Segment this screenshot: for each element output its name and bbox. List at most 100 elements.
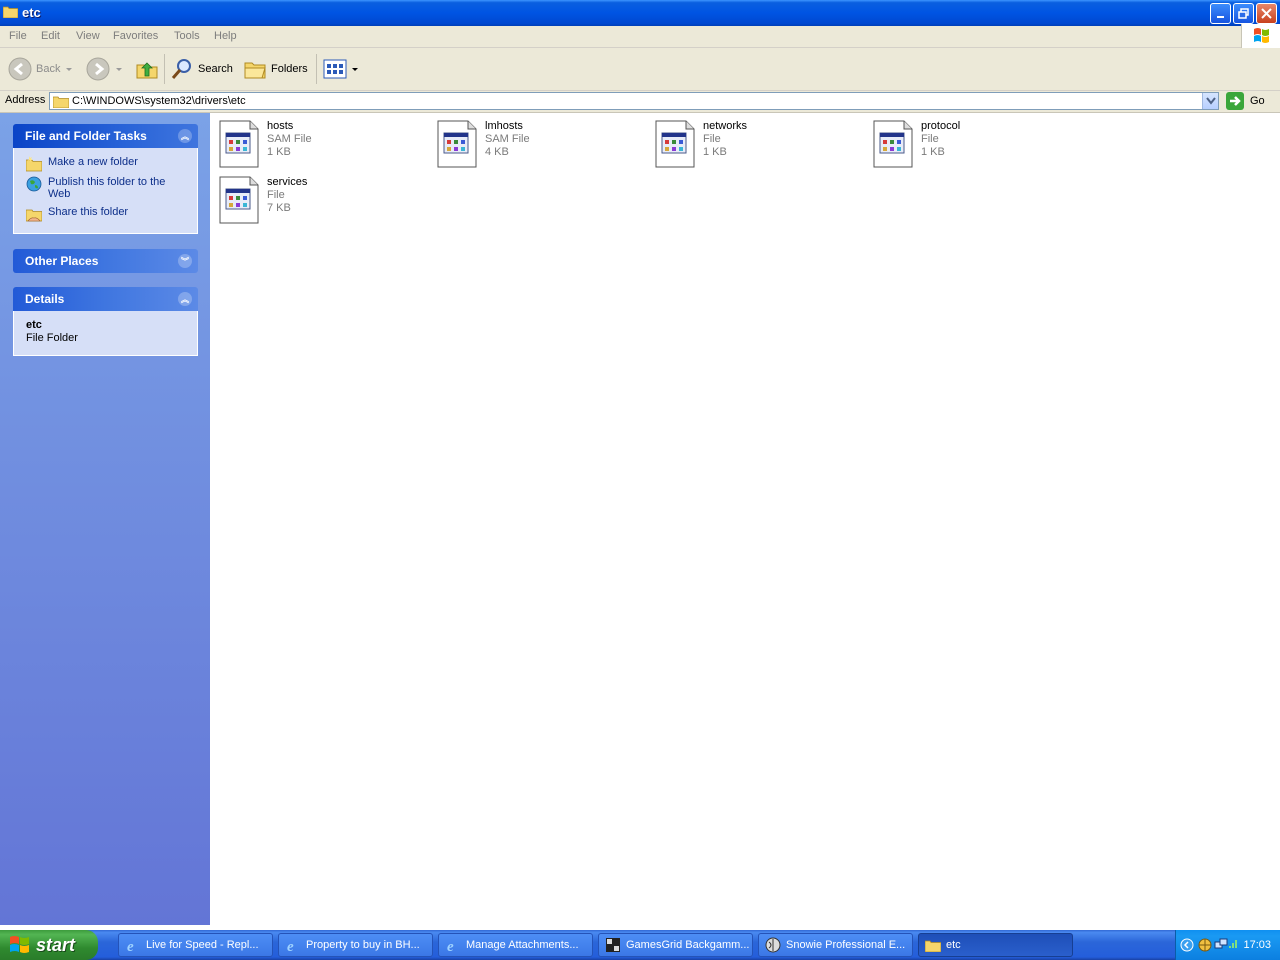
taskbar-button-etc[interactable]: etc [918, 933, 1073, 957]
share-folder-icon [26, 209, 42, 222]
file-item-networks[interactable]: networks File 1 KB [655, 118, 865, 170]
details-panel: Details ︽ etc File Folder [13, 287, 198, 356]
file-list[interactable]: hosts SAM File 1 KB lmhosts SAM File 4 K… [210, 113, 1280, 925]
address-bar: Address C:\WINDOWS\system32\drivers\etc … [0, 91, 1280, 113]
details-name: etc [26, 319, 42, 331]
clock[interactable]: 17:03 [1243, 939, 1271, 951]
other-places-header[interactable]: Other Places ︾ [13, 249, 198, 273]
file-item-protocol[interactable]: protocol File 1 KB [873, 118, 1083, 170]
globe-icon [26, 176, 42, 192]
folders-icon [244, 62, 266, 79]
dropdown-arrow-icon [116, 68, 122, 71]
windows-logo [1241, 24, 1280, 48]
file-name: protocol [921, 120, 961, 132]
system-file-icon [873, 120, 913, 168]
window-title: etc [22, 5, 41, 20]
svg-text:e: e [127, 939, 134, 953]
file-type: SAM File [267, 133, 312, 145]
menu-view[interactable]: View [76, 30, 100, 42]
search-button[interactable]: Search [170, 56, 233, 82]
search-icon [171, 59, 191, 79]
taskbar-button-property[interactable]: e Property to buy in BH... [278, 933, 433, 957]
expand-chevron-icon[interactable]: ︾ [178, 254, 192, 268]
folder-icon [3, 6, 18, 18]
address-input[interactable]: C:\WINDOWS\system32\drivers\etc [49, 92, 1219, 110]
views-icon [323, 59, 347, 79]
network-icon[interactable] [1214, 938, 1228, 952]
file-item-services[interactable]: services File 7 KB [219, 174, 429, 226]
file-size: 1 KB [703, 146, 727, 158]
make-new-folder-link[interactable]: Make a new folder [26, 156, 138, 172]
share-folder-link[interactable]: Share this folder [26, 206, 128, 222]
file-folder-tasks-panel: File and Folder Tasks ︽ Make a new folde… [13, 124, 198, 234]
file-item-lmhosts[interactable]: lmhosts SAM File 4 KB [437, 118, 647, 170]
address-label: Address [5, 94, 46, 106]
collapse-chevron-icon[interactable]: ︽ [178, 292, 192, 306]
folders-button[interactable]: Folders [243, 56, 308, 82]
file-type: SAM File [485, 133, 530, 145]
file-type: File [921, 133, 939, 145]
menu-bar: File Edit View Favorites Tools Help [0, 26, 1280, 48]
details-header[interactable]: Details ︽ [13, 287, 198, 311]
address-dropdown-button[interactable] [1202, 93, 1218, 109]
minimize-button[interactable] [1210, 3, 1231, 24]
globe-icon[interactable] [1198, 938, 1212, 952]
file-folder-tasks-header[interactable]: File and Folder Tasks ︽ [13, 124, 198, 148]
publish-web-link[interactable]: Publish this folder to the Web [26, 176, 186, 200]
details-type: File Folder [26, 332, 78, 344]
restore-button[interactable] [1233, 3, 1254, 24]
menu-tools[interactable]: Tools [174, 30, 200, 42]
windows-flag-icon [10, 936, 29, 953]
menu-edit[interactable]: Edit [41, 30, 60, 42]
folder-icon [925, 940, 941, 952]
views-button[interactable] [323, 56, 359, 82]
back-label: Back [36, 63, 61, 75]
chevron-down-icon [1205, 97, 1216, 105]
file-size: 7 KB [267, 202, 291, 214]
panel-title: File and Folder Tasks [25, 129, 147, 143]
forward-arrow-icon [86, 57, 110, 81]
taskbar-button-snowie[interactable]: Snowie Professional E... [758, 933, 913, 957]
ie-icon: e [287, 939, 294, 953]
taskbar-button-gamesgrid[interactable]: GamesGrid Backgamm... [598, 933, 753, 957]
dropdown-arrow-icon [352, 68, 358, 71]
system-file-icon [437, 120, 477, 168]
svg-text:e: e [447, 939, 454, 953]
close-button[interactable] [1256, 3, 1277, 24]
taskbar-button-manage-attachments[interactable]: e Manage Attachments... [438, 933, 593, 957]
forward-button[interactable] [86, 56, 124, 82]
restore-icon [1238, 8, 1249, 19]
new-folder-icon [26, 156, 42, 172]
task-pane: File and Folder Tasks ︽ Make a new folde… [0, 113, 210, 925]
show-hidden-icons-icon[interactable] [1180, 938, 1194, 952]
snowie-icon [765, 937, 781, 953]
file-item-hosts[interactable]: hosts SAM File 1 KB [219, 118, 429, 170]
close-icon [1261, 8, 1272, 19]
svg-text:e: e [287, 939, 294, 953]
wireless-icon[interactable] [1228, 936, 1240, 950]
start-button[interactable]: start [0, 930, 98, 960]
up-folder-button[interactable] [135, 56, 159, 82]
folder-icon [53, 96, 69, 108]
back-button[interactable]: Back [8, 56, 74, 82]
search-label: Search [198, 63, 233, 75]
other-places-panel: Other Places ︾ [13, 249, 198, 273]
collapse-chevron-icon[interactable]: ︽ [178, 129, 192, 143]
start-label: start [36, 934, 76, 955]
file-name: lmhosts [485, 120, 523, 132]
system-file-icon [219, 176, 259, 224]
menu-help[interactable]: Help [214, 30, 237, 42]
address-value: C:\WINDOWS\system32\drivers\etc [72, 95, 246, 107]
windows-flag-icon [1254, 28, 1269, 43]
menu-file[interactable]: File [9, 30, 27, 42]
go-button[interactable]: Go [1226, 92, 1265, 110]
panel-title: Details [25, 292, 65, 306]
go-arrow-icon [1226, 92, 1244, 110]
file-name: hosts [267, 120, 294, 132]
file-size: 1 KB [267, 146, 291, 158]
taskbar-button-live-for-speed[interactable]: e Live for Speed - Repl... [118, 933, 273, 957]
backgammon-icon [606, 938, 620, 952]
title-bar[interactable]: etc [0, 0, 1280, 26]
file-name: services [267, 176, 308, 188]
menu-favorites[interactable]: Favorites [113, 30, 158, 42]
